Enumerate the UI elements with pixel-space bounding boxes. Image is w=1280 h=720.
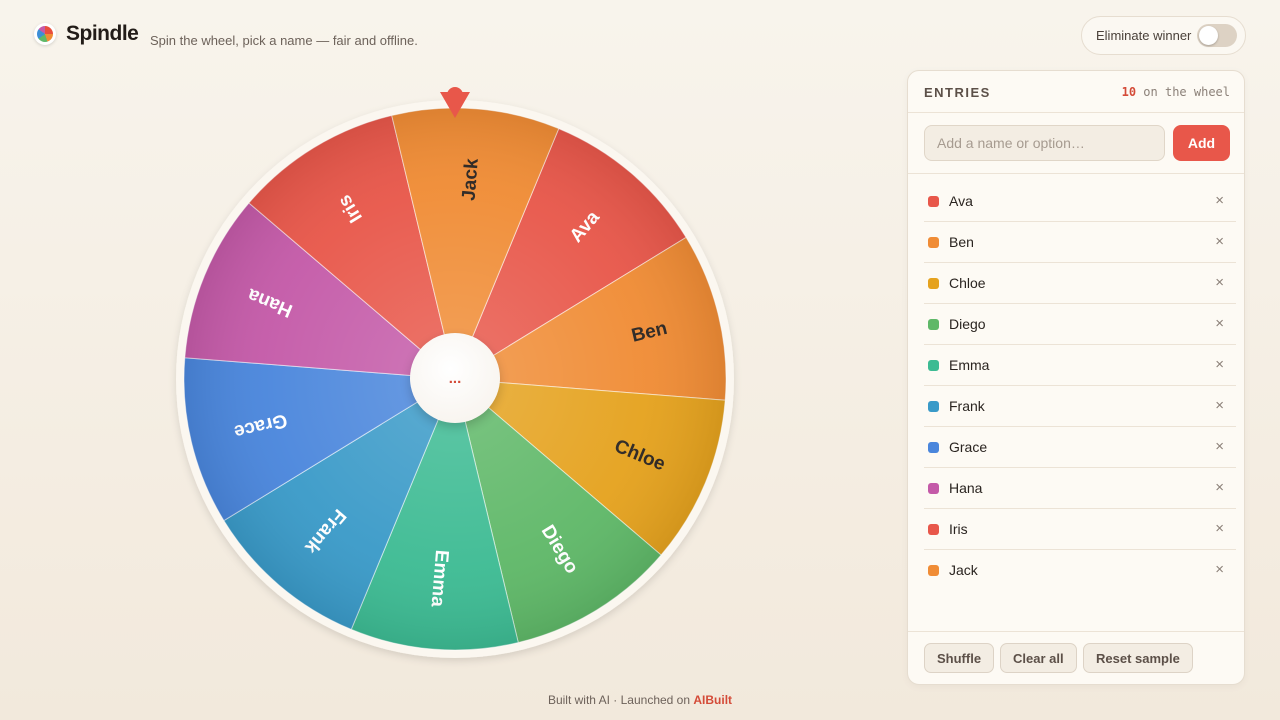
panel-footer: Shuffle Clear all Reset sample	[908, 631, 1244, 684]
entries-list: Ava × Ben × Chloe × Diego × Emma × Frank × Grace × Han…	[924, 181, 1236, 591]
entry-color-swatch	[928, 278, 939, 289]
remove-entry-icon[interactable]: ×	[1215, 192, 1224, 209]
entry-item: Grace ×	[924, 427, 1236, 468]
entry-name: Grace	[949, 439, 988, 455]
entry-item: Frank ×	[924, 386, 1236, 427]
entry-item: Emma ×	[924, 345, 1236, 386]
entry-color-swatch	[928, 196, 939, 207]
remove-entry-icon[interactable]: ×	[1215, 315, 1224, 332]
remove-entry-icon[interactable]: ×	[1215, 479, 1224, 496]
remove-entry-icon[interactable]: ×	[1215, 274, 1224, 291]
wheel-pointer-icon	[440, 87, 470, 118]
entries-panel: ENTRIES 10 on the wheel Add Ava×Ben×Chlo…	[907, 70, 1245, 685]
switch-knob	[1199, 26, 1218, 45]
remove-entry-icon[interactable]: ×	[1215, 233, 1224, 250]
brand-name: Spindle	[66, 22, 139, 45]
eliminate-winner-switch[interactable]	[1197, 24, 1237, 47]
entry-name: Ava	[949, 193, 973, 209]
shuffle-button[interactable]: Shuffle	[924, 643, 995, 673]
entry-item: Iris ×	[924, 509, 1236, 550]
entry-name: Diego	[949, 316, 986, 332]
entry-name: Hana	[949, 480, 983, 496]
remove-entry-icon[interactable]: ×	[1215, 561, 1224, 578]
tagline: Spin the wheel, pick a name — fair and o…	[150, 33, 418, 48]
entry-name: Emma	[949, 357, 990, 373]
entry-color-swatch	[928, 319, 939, 330]
entry-item: Chloe ×	[924, 263, 1236, 304]
entry-item: Jack ×	[924, 550, 1236, 591]
entry-color-swatch	[928, 442, 939, 453]
remove-entry-icon[interactable]: ×	[1215, 356, 1224, 373]
logo-icon	[34, 23, 56, 45]
entry-count-suffix: on the wheel	[1136, 85, 1230, 99]
entry-item: Diego ×	[924, 304, 1236, 345]
remove-entry-icon[interactable]: ×	[1215, 397, 1224, 414]
entry-name: Chloe	[949, 275, 986, 291]
entry-color-swatch	[928, 401, 939, 412]
add-button[interactable]: Add	[1173, 125, 1230, 161]
entry-color-swatch	[928, 483, 939, 494]
entry-item: Ava ×	[924, 181, 1236, 222]
entry-color-swatch	[928, 237, 939, 248]
panel-header: ENTRIES 10 on the wheel	[908, 71, 1244, 113]
entry-item: Hana ×	[924, 468, 1236, 509]
footer-text: Built with AI · Launched on	[547, 693, 694, 707]
entry-name: Frank	[949, 398, 985, 414]
entry-color-swatch	[928, 565, 939, 576]
add-entry-input[interactable]	[924, 125, 1165, 161]
entry-name: Ben	[949, 234, 974, 250]
panel-title: ENTRIES	[924, 85, 991, 100]
eliminate-winner-label: Eliminate winner	[1096, 28, 1192, 43]
entry-name: Jack	[949, 562, 978, 578]
entry-item: Ben ×	[924, 222, 1236, 263]
remove-entry-icon[interactable]: ×	[1215, 438, 1224, 455]
eliminate-winner-toggle[interactable]: Eliminate winner	[1081, 16, 1246, 55]
entry-count: 10 on the wheel	[1122, 85, 1230, 99]
site-footer: Built with AI · Launched on AIBuilt	[0, 693, 1280, 707]
entry-color-swatch	[928, 360, 939, 371]
add-entry-row: Add	[908, 113, 1244, 174]
footer-link[interactable]: AIBuilt	[693, 693, 732, 707]
reset-sample-button[interactable]: Reset sample	[1083, 643, 1193, 673]
entry-count-number: 10	[1121, 85, 1137, 99]
entry-name: Iris	[949, 521, 968, 537]
spin-button[interactable]: ...	[410, 333, 500, 423]
remove-entry-icon[interactable]: ×	[1215, 520, 1224, 537]
clear-all-button[interactable]: Clear all	[1000, 643, 1077, 673]
entry-color-swatch	[928, 524, 939, 535]
